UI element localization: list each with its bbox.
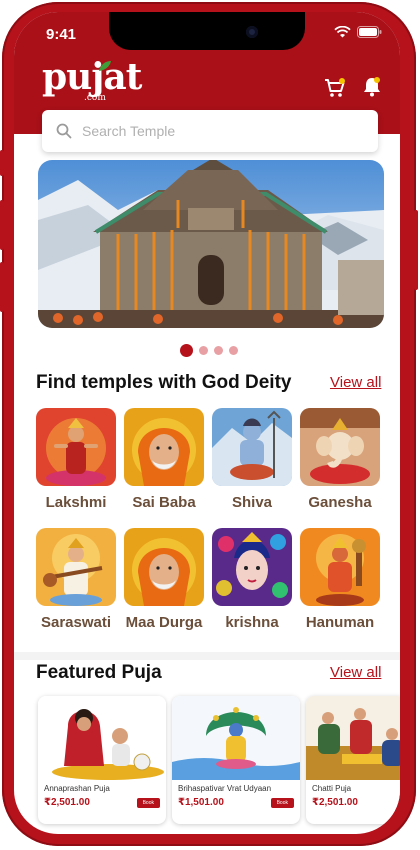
deity-card-shiva[interactable]: Shiva — [212, 408, 292, 511]
temple-banner-image[interactable] — [38, 160, 384, 328]
deity-card-ganesha[interactable]: Ganesha — [300, 408, 380, 511]
shiva-image — [212, 408, 292, 486]
pujat-logo[interactable]: pujat — [42, 56, 142, 98]
volume-up-button — [0, 200, 4, 250]
annaprashan-image — [38, 696, 166, 780]
puja-name: Brihaspativar Vrat Udyaan — [178, 784, 272, 793]
notification-bell-icon[interactable] — [362, 76, 382, 98]
puja-price: ₹2,501.00 — [44, 797, 90, 808]
deity-label: krishna — [225, 614, 279, 631]
battery-icon — [357, 26, 382, 38]
notch — [109, 12, 305, 50]
krishna-image — [212, 528, 292, 606]
search-icon — [56, 123, 72, 139]
puja-price: ₹1,501.00 — [178, 797, 224, 808]
logo-leaf-icon — [99, 61, 111, 71]
deity-label: Lakshmi — [45, 494, 107, 511]
carousel-dot-1[interactable] — [180, 344, 193, 357]
deity-label: Saraswati — [40, 614, 112, 631]
puja-card-annaprashan[interactable]: Annaprashan Puja ₹2,501.00 Book — [38, 696, 166, 824]
deity-card-maa-durga[interactable]: Maa Durga — [124, 528, 204, 631]
hanuman-image — [300, 528, 380, 606]
deity-view-all-link[interactable]: View all — [330, 374, 381, 391]
puja-price: ₹2,501.00 — [312, 797, 358, 808]
maa-durga-image — [124, 528, 204, 606]
book-button[interactable]: Book — [270, 797, 294, 808]
deity-card-lakshmi[interactable]: Lakshmi — [36, 408, 116, 511]
logo-domain: .com — [84, 93, 106, 103]
puja-card-chatti[interactable]: Chatti Puja ₹2,501.00 — [306, 696, 400, 824]
puja-name: Annaprashan Puja — [44, 784, 110, 793]
puja-name: Chatti Puja — [312, 784, 352, 793]
search-placeholder: Search Temple — [82, 123, 176, 139]
deity-label: Hanuman — [305, 614, 375, 631]
app-screen: 9:41 pujat .com Search Temple Find templ… — [14, 12, 400, 834]
section-divider — [14, 652, 400, 660]
carousel-dot-4[interactable] — [229, 346, 238, 355]
status-time: 9:41 — [46, 26, 77, 43]
deity-card-saraswati[interactable]: Saraswati — [36, 528, 116, 631]
carousel-dot-2[interactable] — [199, 346, 208, 355]
front-camera — [246, 26, 258, 38]
search-input[interactable]: Search Temple — [42, 110, 378, 152]
book-button[interactable]: Book — [136, 797, 160, 808]
carousel-indicators — [180, 344, 238, 357]
mute-switch — [0, 150, 4, 176]
power-button — [414, 210, 418, 290]
deity-label: Maa Durga — [125, 614, 203, 631]
ganesha-image — [300, 408, 380, 486]
deity-section-title: Find temples with God Deity — [36, 372, 292, 393]
deity-label: Ganesha — [308, 494, 372, 511]
deity-card-hanuman[interactable]: Hanuman — [300, 528, 380, 631]
featured-section-title: Featured Puja — [36, 662, 162, 683]
status-icons — [334, 26, 382, 38]
deity-card-krishna[interactable]: krishna — [212, 528, 292, 631]
puja-card-brihaspativar[interactable]: Brihaspativar Vrat Udyaan ₹1,501.00 Book — [172, 696, 300, 824]
chatti-image — [306, 696, 400, 780]
saraswati-image — [36, 528, 116, 606]
wifi-icon — [334, 26, 351, 38]
volume-down-button — [0, 262, 4, 312]
deity-card-sai-baba[interactable]: Sai Baba — [124, 408, 204, 511]
lakshmi-image — [36, 408, 116, 486]
carousel-dot-3[interactable] — [214, 346, 223, 355]
sai-baba-image — [124, 408, 204, 486]
deity-label: Shiva — [231, 494, 273, 511]
cart-icon[interactable] — [324, 78, 346, 98]
deity-label: Sai Baba — [132, 494, 196, 511]
featured-view-all-link[interactable]: View all — [330, 664, 381, 681]
brihaspativar-image — [172, 696, 300, 780]
